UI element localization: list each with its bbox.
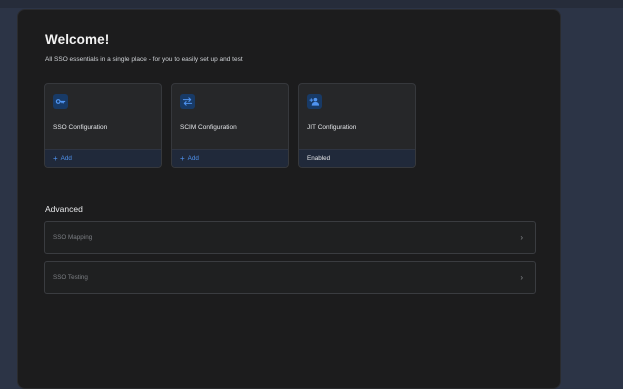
card-jit-configuration[interactable]: JIT Configuration Enabled — [298, 83, 416, 168]
sso-testing-row[interactable]: SSO Testing › — [44, 261, 536, 294]
card-title: JIT Configuration — [307, 124, 357, 131]
arrows-swap-icon — [180, 94, 195, 109]
page-title: Welcome! — [45, 32, 110, 47]
jit-status-badge: Enabled — [299, 149, 415, 167]
sso-mapping-row[interactable]: SSO Mapping › — [44, 221, 536, 254]
status-label: Enabled — [307, 155, 331, 162]
main-panel: Welcome! All SSO essentials in a single … — [17, 9, 561, 389]
plus-icon: + — [180, 153, 185, 163]
key-icon — [53, 94, 68, 109]
top-strip — [0, 0, 623, 8]
row-label: SSO Mapping — [53, 234, 93, 241]
plus-icon: + — [53, 153, 58, 163]
chevron-right-icon: › — [520, 233, 523, 242]
add-label: Add — [187, 155, 199, 162]
chevron-right-icon: › — [520, 273, 523, 282]
person-add-icon — [307, 94, 322, 109]
card-scim-configuration[interactable]: SCIM Configuration + Add — [171, 83, 289, 168]
row-label: SSO Testing — [53, 274, 88, 281]
card-title: SSO Configuration — [53, 124, 108, 131]
section-title-advanced: Advanced — [45, 204, 83, 214]
add-sso-configuration-button[interactable]: + Add — [45, 149, 161, 167]
add-label: Add — [60, 155, 72, 162]
card-title: SCIM Configuration — [180, 124, 237, 131]
card-sso-configuration[interactable]: SSO Configuration + Add — [44, 83, 162, 168]
add-scim-configuration-button[interactable]: + Add — [172, 149, 288, 167]
page-subtitle: All SSO essentials in a single place - f… — [45, 56, 243, 63]
